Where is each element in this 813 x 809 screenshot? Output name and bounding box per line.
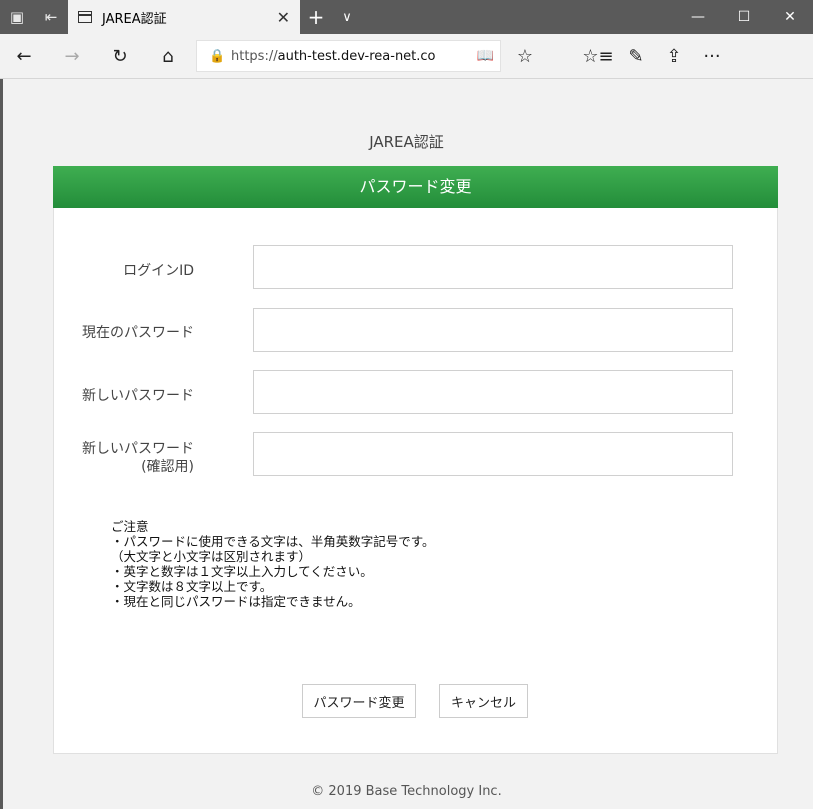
confirm-password-input[interactable] xyxy=(253,432,733,476)
share-icon[interactable]: ⇪ xyxy=(655,34,693,79)
form-title: パスワード変更 xyxy=(53,166,778,208)
new-password-label: 新しいパスワード xyxy=(82,388,194,404)
window-close-icon[interactable]: ✕ xyxy=(767,0,813,34)
lock-icon: 🔒 xyxy=(209,48,226,64)
tab-switcher-icon[interactable]: ▣ xyxy=(0,0,34,34)
password-change-card: パスワード変更 ログインID 現在のパスワード 新しいパスワード 新しいパスワー… xyxy=(53,166,778,754)
note-line: ・現在と同じパスワードは指定できません。 xyxy=(111,594,361,609)
url-text[interactable]: https://auth-test.dev-rea-net.co xyxy=(231,49,471,64)
favorites-list-icon[interactable]: ☆≡ xyxy=(579,34,617,79)
left-border xyxy=(0,79,3,809)
home-icon[interactable]: ⌂ xyxy=(144,34,192,79)
notes-heading: ご注意 xyxy=(111,519,149,534)
new-password-input[interactable] xyxy=(253,370,733,414)
new-tab-icon[interactable]: + xyxy=(300,0,332,34)
tab-bar: ▣ ⇤ JAREA認証 ✕ + ∨ — ☐ ✕ xyxy=(0,0,813,34)
reading-view-icon[interactable]: 📖 xyxy=(477,48,494,64)
minimize-icon[interactable]: — xyxy=(675,0,721,34)
site-title: JAREA認証 xyxy=(369,133,444,151)
current-password-label: 現在のパスワード xyxy=(82,325,194,341)
change-password-button[interactable]: パスワード変更 xyxy=(302,684,416,718)
maximize-icon[interactable]: ☐ xyxy=(721,0,767,34)
chevron-down-icon[interactable]: ∨ xyxy=(332,0,362,34)
note-line: ・パスワードに使用できる文字は、半角英数字記号です。 xyxy=(111,534,435,549)
tab-title: JAREA認証 xyxy=(102,11,167,27)
navigation-bar: ← → ↻ ⌂ 🔒 https://auth-test.dev-rea-net.… xyxy=(0,34,813,79)
notes: ご注意 ・パスワードに使用できる文字は、半角英数字記号です。 （大文字と小文字は… xyxy=(111,519,435,609)
confirm-password-sublabel: (確認用) xyxy=(141,459,194,475)
login-id-label: ログインID xyxy=(123,263,194,279)
confirm-password-label: 新しいパスワード xyxy=(82,441,194,457)
note-line: （大文字と小文字は区別されます） xyxy=(111,549,312,564)
address-bar[interactable]: 🔒 https://auth-test.dev-rea-net.co 📖 xyxy=(196,40,501,72)
page-icon xyxy=(78,11,92,23)
footer-copyright: © 2019 Base Technology Inc. xyxy=(311,784,502,799)
page-content: JAREA認証 パスワード変更 ログインID 現在のパスワード 新しいパスワード… xyxy=(0,79,813,809)
note-line: ・文字数は８文字以上です。 xyxy=(111,579,273,594)
note-line: ・英字と数字は１文字以上入力してください。 xyxy=(111,564,373,579)
pen-icon[interactable]: ✎ xyxy=(617,34,655,79)
back-icon[interactable]: ← xyxy=(0,34,48,79)
current-password-input[interactable] xyxy=(253,308,733,352)
close-icon[interactable]: ✕ xyxy=(277,8,290,27)
set-aside-tabs-icon[interactable]: ⇤ xyxy=(34,0,68,34)
cancel-button[interactable]: キャンセル xyxy=(439,684,528,718)
login-id-input[interactable] xyxy=(253,245,733,289)
browser-tab[interactable]: JAREA認証 ✕ xyxy=(68,0,300,34)
forward-icon[interactable]: → xyxy=(48,34,96,79)
refresh-icon[interactable]: ↻ xyxy=(96,34,144,79)
favorite-star-icon[interactable]: ☆ xyxy=(501,34,549,79)
more-icon[interactable]: ··· xyxy=(693,34,731,79)
